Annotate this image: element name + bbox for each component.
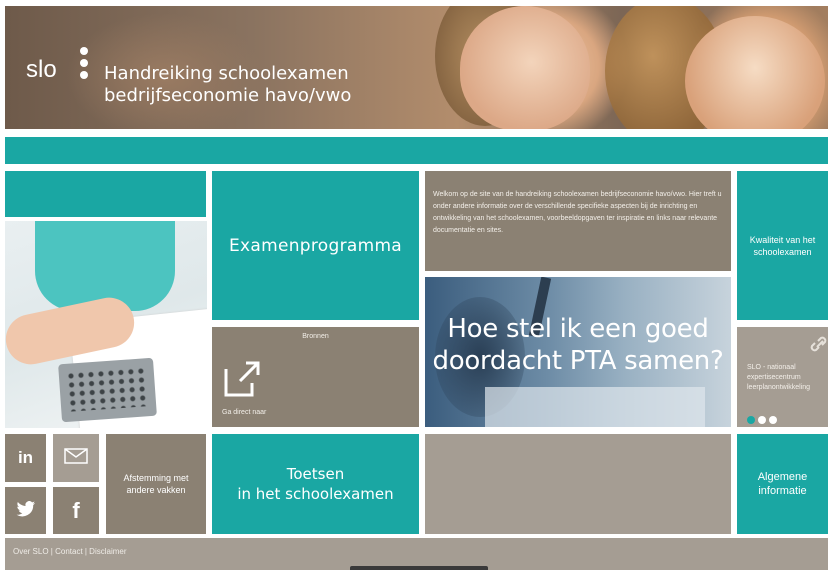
site-title-line2: bedrijfseconomie havo/vwo <box>104 85 352 106</box>
mail-icon <box>64 448 88 468</box>
tile-welkom: Welkom op de site van de handreiking sch… <box>425 171 731 271</box>
welkom-text: Welkom op de site van de handreiking sch… <box>433 191 722 234</box>
tile-bronnen[interactable]: Bronnen Ga direct naar <box>212 327 419 427</box>
calculator-photo <box>5 221 207 428</box>
slo-text-line3: leerplanontwikkeling <box>747 384 811 391</box>
facebook-button[interactable]: f <box>53 487 99 534</box>
twitter-icon <box>16 500 36 521</box>
footer-links[interactable]: Over SLO | Contact | Disclaimer <box>13 547 127 556</box>
tile-toetsen-line1: Toetsen <box>286 465 345 483</box>
carousel-dot-2[interactable] <box>758 416 766 424</box>
external-link-icon <box>222 359 262 399</box>
tile-kwaliteit[interactable]: Kwaliteit van het schoolexamen <box>737 171 828 320</box>
carousel-dots[interactable] <box>747 409 780 428</box>
footer-scroll-handle[interactable] <box>350 566 488 570</box>
logo-dots <box>80 47 88 83</box>
tile-examenprogramma[interactable]: Examenprogramma <box>212 171 419 320</box>
tile-algemene-line2: informatie <box>758 485 807 497</box>
slo-text: SLO - nationaal expertisecentrum leerpla… <box>747 363 810 393</box>
tile-kwaliteit-label: Kwaliteit van het schoolexamen <box>749 234 816 257</box>
carousel-dot-3[interactable] <box>769 416 777 424</box>
slo-text-line2: expertisecentrum <box>747 374 801 381</box>
slo-text-line1: SLO - nationaal <box>747 364 796 371</box>
mail-button[interactable] <box>53 434 99 482</box>
facebook-icon: f <box>72 497 80 523</box>
tile-toetsen[interactable]: Toetsen in het schoolexamen <box>212 434 419 534</box>
tile-toetsen-line2: in het schoolexamen <box>237 485 394 503</box>
site-title-line1: Handreiking schoolexamen <box>104 63 349 84</box>
tile-afstemming-label: Afstemming met andere vakken <box>123 473 189 495</box>
tile-afstemming[interactable]: Afstemming met andere vakken <box>106 434 206 534</box>
bronnen-label: Bronnen <box>302 333 329 340</box>
navigation-bar <box>5 137 828 164</box>
bronnen-link[interactable]: Ga direct naar <box>222 409 266 416</box>
twitter-button[interactable] <box>5 487 46 534</box>
slo-logo[interactable]: slo <box>26 56 57 84</box>
tile-blank-teal <box>5 171 206 217</box>
carousel-dot-1[interactable] <box>747 416 755 424</box>
site-title: Handreiking schoolexamen bedrijfseconomi… <box>104 63 351 107</box>
pta-title[interactable]: Hoe stel ik een goed doordacht PTA samen… <box>425 313 731 377</box>
tile-blank-grey <box>425 434 731 534</box>
linkedin-icon: in <box>17 448 34 467</box>
tile-algemene-informatie[interactable]: Algemene informatie <box>737 434 828 534</box>
link-icon <box>809 333 828 355</box>
linkedin-button[interactable]: in <box>5 434 46 482</box>
tile-examenprogramma-label: Examenprogramma <box>228 235 403 256</box>
tile-algemene-line1: Algemene <box>757 471 808 483</box>
